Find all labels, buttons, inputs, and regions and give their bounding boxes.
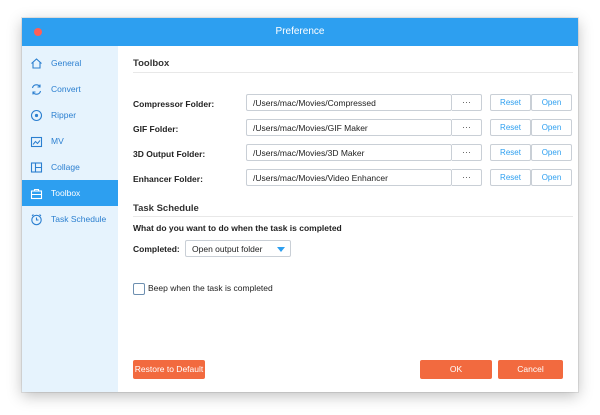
enhancer-open-button[interactable]: Open [531,169,572,186]
compressor-folder-label: Compressor Folder: [133,99,215,109]
gif-open-button[interactable]: Open [531,119,572,136]
sidebar-item-general[interactable]: General [22,50,118,76]
sidebar-item-convert[interactable]: Convert [22,76,118,102]
beep-checkbox-label[interactable]: Beep when the task is completed [148,283,273,293]
gif-folder-label: GIF Folder: [133,124,179,134]
sidebar-item-mv[interactable]: MV [22,128,118,154]
sidebar-item-label: Ripper [51,110,77,120]
ok-button[interactable]: OK [420,360,492,379]
sidebar-item-toolbox[interactable]: Toolbox [22,180,118,206]
gif-browse-button[interactable]: ··· [452,119,482,136]
completed-action-select[interactable]: Open output folder [185,240,291,257]
restore-default-button[interactable]: Restore to Default [133,360,205,379]
collage-icon [29,160,43,174]
sidebar-item-label: Toolbox [51,188,81,198]
enhancer-folder-label: Enhancer Folder: [133,174,203,184]
completed-label: Completed: [133,244,180,254]
beep-checkbox[interactable] [133,283,145,295]
3d-reset-button[interactable]: Reset [490,144,531,161]
compressor-folder-path[interactable]: /Users/mac/Movies/Compressed [246,94,452,111]
enhancer-folder-path[interactable]: /Users/mac/Movies/Video Enhancer [246,169,452,186]
sidebar-item-ripper[interactable]: Ripper [22,102,118,128]
toolbox-section-title: Toolbox [133,58,170,69]
enhancer-reset-button[interactable]: Reset [490,169,531,186]
gif-reset-button[interactable]: Reset [490,119,531,136]
divider [133,72,573,73]
3d-output-folder-path[interactable]: /Users/mac/Movies/3D Maker [246,144,452,161]
task-schedule-section-title: Task Schedule [133,203,199,214]
content-panel: Toolbox Compressor Folder: /Users/mac/Mo… [118,46,578,392]
window-title: Preference [275,26,325,37]
gif-folder-path[interactable]: /Users/mac/Movies/GIF Maker [246,119,452,136]
sidebar-item-label: MV [51,136,64,146]
sidebar-item-label: Convert [51,84,81,94]
sidebar-item-task-schedule[interactable]: Task Schedule [22,206,118,232]
compressor-open-button[interactable]: Open [531,94,572,111]
disc-icon [29,108,43,122]
3d-browse-button[interactable]: ··· [452,144,482,161]
sidebar-item-collage[interactable]: Collage [22,154,118,180]
divider [133,216,573,217]
sidebar: General Convert Ripper MV Collage Toolbo… [22,46,118,392]
sidebar-item-label: Collage [51,162,80,172]
sidebar-item-label: Task Schedule [51,214,107,224]
compressor-browse-button[interactable]: ··· [452,94,482,111]
home-icon [29,56,43,70]
3d-open-button[interactable]: Open [531,144,572,161]
sidebar-item-label: General [51,58,82,68]
task-completion-question: What do you want to do when the task is … [133,223,342,233]
toolbox-icon [29,186,43,200]
chevron-down-icon [277,247,285,252]
preference-window: Preference General Convert Ripper MV Col… [22,18,578,392]
clock-icon [29,212,43,226]
compressor-reset-button[interactable]: Reset [490,94,531,111]
convert-icon [29,82,43,96]
title-bar: Preference [22,18,578,46]
cancel-button[interactable]: Cancel [498,360,563,379]
completed-action-value: Open output folder [192,244,263,254]
enhancer-browse-button[interactable]: ··· [452,169,482,186]
3d-output-folder-label: 3D Output Folder: [133,149,206,159]
mv-icon [29,134,43,148]
